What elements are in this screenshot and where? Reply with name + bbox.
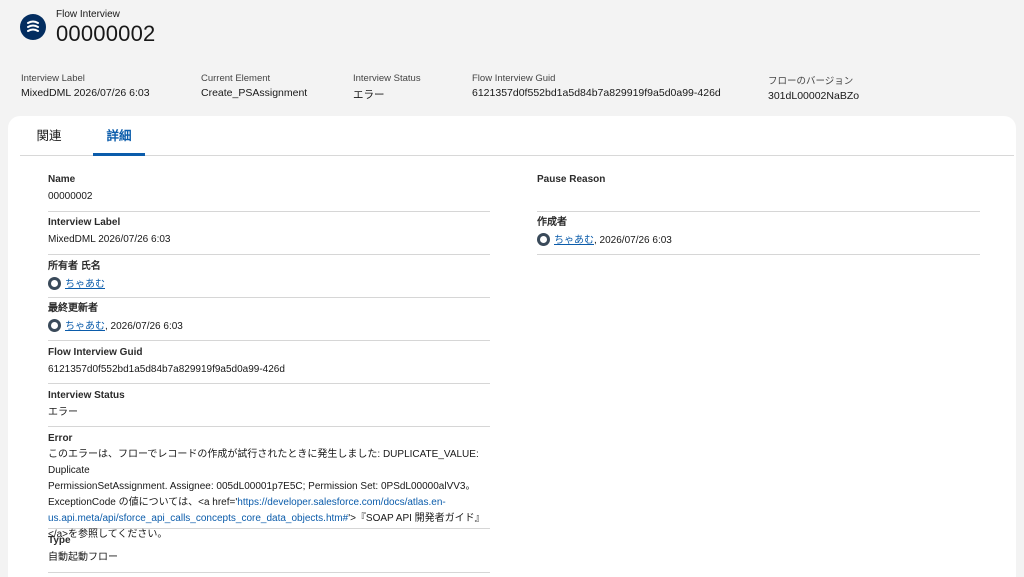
field-name: Name 00000002 <box>48 174 490 212</box>
field-error: Error このエラーは、フローでレコードの作成が試行されたときに発生しました:… <box>48 433 490 540</box>
highlight-interview-status: Interview Status エラー <box>353 73 421 102</box>
field-value: MixedDML 2026/07/26 6:03 <box>48 234 171 245</box>
record-title: 00000002 <box>56 21 156 46</box>
highlight-value: MixedDML 2026/07/26 6:03 <box>21 87 150 99</box>
field-label: Flow Interview Guid <box>48 347 143 358</box>
field-type: Type 自動起動フロー <box>48 535 490 573</box>
highlight-current-element: Current Element Create_PSAssignment <box>201 73 307 99</box>
highlight-label: Flow Interview Guid <box>472 73 556 84</box>
error-text: '>『SOAP API 開発者ガイド』 <box>348 513 485 524</box>
field-value: 自動起動フロー <box>48 552 118 563</box>
field-interview-status: Interview Status エラー <box>48 390 490 427</box>
field-value: 6121357d0f552bd1a5d84b7a829919f9a5d0a99-… <box>48 364 285 375</box>
flow-icon <box>20 14 46 40</box>
record-header: Flow Interview 00000002 Interview Label … <box>0 0 1024 116</box>
user-avatar-icon <box>48 319 61 332</box>
field-label: Interview Status <box>48 390 125 401</box>
last-modified-date: , 2026/07/26 6:03 <box>105 321 183 332</box>
highlight-guid: Flow Interview Guid 6121357d0f552bd1a5d8… <box>472 73 721 99</box>
tab-details[interactable]: 詳細 <box>93 116 145 156</box>
field-label: Interview Label <box>48 217 121 228</box>
field-last-modified: 最終更新者 ちゃあむ, 2026/07/26 6:03 <box>48 303 490 341</box>
highlight-value: 301dL00002NaBZo <box>768 90 860 102</box>
error-line: PermissionSetAssignment. Assignee: 005dL… <box>48 481 476 492</box>
tab-bar: 関連 詳細 <box>20 116 1014 156</box>
docs-link[interactable]: https://developer.salesforce.com/docs/at… <box>237 497 445 508</box>
highlight-label: Interview Status <box>353 73 421 84</box>
object-type-label: Flow Interview <box>56 9 120 20</box>
user-avatar-icon <box>537 233 550 246</box>
error-line: us.api.meta/api/sforce_api_calls_concept… <box>48 511 488 527</box>
user-avatar-icon <box>48 277 61 290</box>
field-value: ちゃあむ <box>48 277 490 292</box>
error-line: ExceptionCode の値については、<a href='https://d… <box>48 495 488 511</box>
tab-related[interactable]: 関連 <box>34 116 64 156</box>
field-guid: Flow Interview Guid 6121357d0f552bd1a5d8… <box>48 347 490 384</box>
highlight-label: Interview Label <box>21 73 85 84</box>
highlight-interview-label: Interview Label MixedDML 2026/07/26 6:03 <box>21 73 150 99</box>
highlight-value: Create_PSAssignment <box>201 87 308 99</box>
field-label: 最終更新者 <box>48 303 98 314</box>
error-line: このエラーは、フローでレコードの作成が試行されたときに発生しました: DUPLI… <box>48 449 479 476</box>
highlight-flow-version: フローのバージョン 301dL00002NaBZo <box>768 73 859 102</box>
field-value: 00000002 <box>48 191 93 202</box>
highlight-label: フローのバージョン <box>768 76 854 87</box>
field-value: ちゃあむ, 2026/07/26 6:03 <box>48 319 490 334</box>
field-label: Type <box>48 535 71 546</box>
field-interview-label: Interview Label MixedDML 2026/07/26 6:03 <box>48 217 490 255</box>
error-text: ExceptionCode の値については、<a href=' <box>48 497 238 508</box>
created-by-date: , 2026/07/26 6:03 <box>594 235 672 246</box>
detail-card: 関連 詳細 Name 00000002 Interview Label Mixe… <box>8 116 1016 577</box>
field-label: 作成者 <box>537 217 567 228</box>
created-by-user-link[interactable]: ちゃあむ <box>554 235 594 246</box>
field-value: ちゃあむ, 2026/07/26 6:03 <box>537 233 980 248</box>
field-label: Name <box>48 174 76 185</box>
owner-link[interactable]: ちゃあむ <box>65 279 105 290</box>
highlight-value: 6121357d0f552bd1a5d84b7a829919f9a5d0a99-… <box>472 87 721 99</box>
field-pause-reason: Pause Reason <box>537 174 980 212</box>
docs-link-cont[interactable]: us.api.meta/api/sforce_api_calls_concept… <box>48 513 348 524</box>
field-owner: 所有者 氏名 ちゃあむ <box>48 261 490 298</box>
error-message: このエラーは、フローでレコードの作成が試行されたときに発生しました: DUPLI… <box>48 447 488 543</box>
field-label: 所有者 氏名 <box>48 261 101 272</box>
last-modified-user-link[interactable]: ちゃあむ <box>65 321 105 332</box>
field-created-by: 作成者 ちゃあむ, 2026/07/26 6:03 <box>537 217 980 255</box>
field-value: エラー <box>48 407 78 418</box>
highlight-label: Current Element <box>201 73 271 84</box>
field-label: Pause Reason <box>537 174 606 185</box>
field-label: Error <box>48 433 73 444</box>
highlight-value: エラー <box>353 89 385 101</box>
